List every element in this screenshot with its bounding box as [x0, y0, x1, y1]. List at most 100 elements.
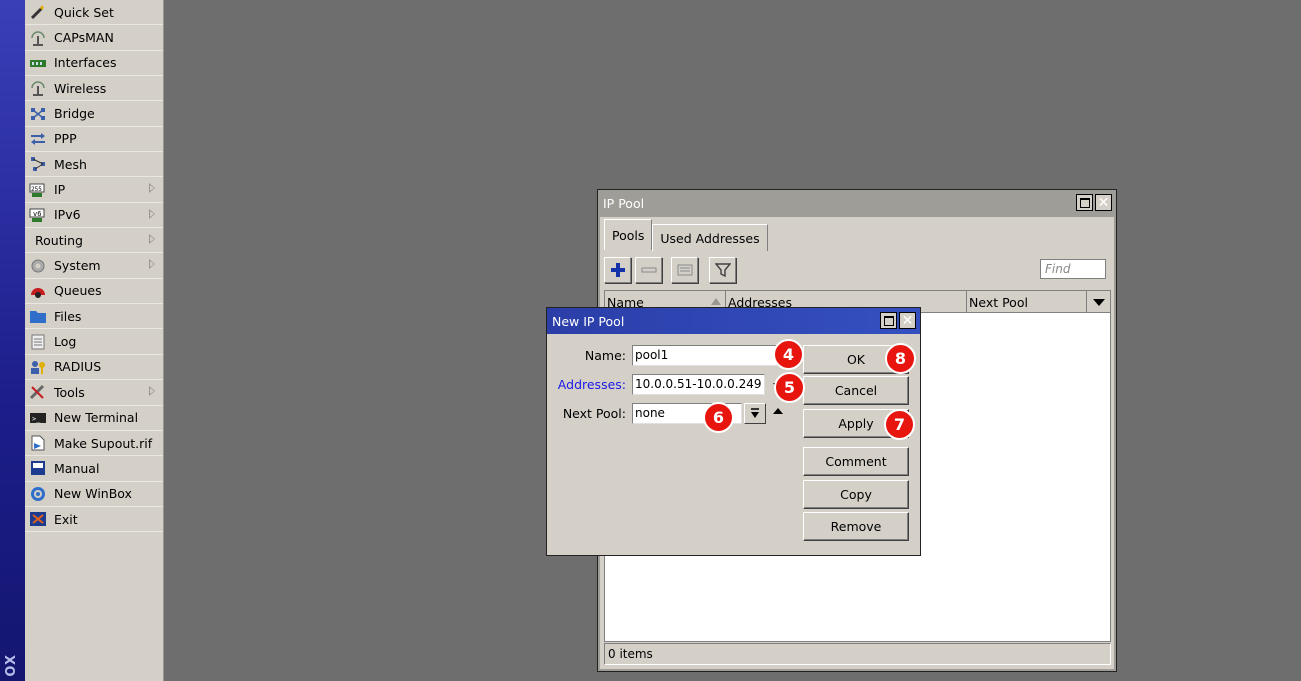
- sidebar-item-label: Bridge: [54, 106, 95, 122]
- sidebar-item-log[interactable]: Log: [25, 329, 163, 355]
- sidebar-item-make-supout-rif[interactable]: Make Supout.rif: [25, 431, 163, 457]
- ip-pool-titlebar[interactable]: IP Pool ✕: [598, 190, 1116, 216]
- sidebar-item-label: Mesh: [54, 156, 87, 172]
- sidebar-item-tools[interactable]: Tools: [25, 380, 163, 406]
- wand-icon: [29, 4, 47, 20]
- sidebar-item-ipv6[interactable]: v6 IPv6: [25, 203, 163, 229]
- close-button[interactable]: ✕: [1095, 194, 1112, 211]
- close-icon: ✕: [901, 312, 914, 329]
- supout-icon: [29, 435, 47, 451]
- maximize-button[interactable]: [1076, 194, 1093, 211]
- callout-4: 4: [773, 339, 804, 370]
- copy-button[interactable]: Copy: [803, 480, 909, 509]
- log-icon: [29, 334, 47, 350]
- filter-button[interactable]: [709, 257, 736, 283]
- submenu-arrow-icon: [149, 183, 155, 194]
- sidebar-item-queues[interactable]: Queues: [25, 279, 163, 305]
- sidebar-item-system[interactable]: System: [25, 253, 163, 279]
- close-button[interactable]: ✕: [899, 312, 916, 329]
- maximize-icon: [883, 315, 894, 326]
- sidebar-item-label: Exit: [54, 511, 78, 527]
- submenu-arrow-icon: [149, 208, 155, 219]
- sidebar-item-label: New Terminal: [54, 410, 139, 426]
- maximize-button[interactable]: [880, 312, 897, 329]
- new-ip-pool-dialog: New IP Pool ✕ Name: pool1 Addresses: 10.…: [546, 307, 921, 556]
- sidebar-item-label: Files: [54, 308, 82, 324]
- sidebar-item-label: Queues: [54, 283, 102, 299]
- column-next-pool[interactable]: Next Pool: [967, 291, 1087, 313]
- svg-text:255: 255: [31, 186, 42, 193]
- dropdown-icon: [751, 407, 759, 418]
- svg-text:v6: v6: [33, 210, 41, 218]
- comment-button[interactable]: Comment: [803, 447, 909, 476]
- sidebar-item-label: Quick Set: [54, 4, 114, 20]
- tab-pools[interactable]: Pools: [604, 219, 653, 250]
- sidebar-item-label: System: [54, 258, 101, 274]
- sidebar-item-label: Manual: [54, 460, 100, 476]
- submenu-arrow-icon: [149, 259, 155, 270]
- tab-used-addresses[interactable]: Used Addresses: [652, 224, 768, 251]
- queues-icon: [29, 283, 47, 299]
- next-pool-label: Next Pool:: [562, 406, 626, 421]
- minus-icon: [641, 267, 656, 273]
- ip-pool-title: IP Pool: [603, 195, 645, 211]
- callout-8: 8: [885, 343, 916, 374]
- plus-icon: [610, 263, 625, 277]
- maximize-icon: [1079, 197, 1090, 208]
- sidebar-item-label: Interfaces: [54, 55, 117, 71]
- remove-dialog-button[interactable]: Remove: [803, 512, 909, 541]
- sidebar-item-quick-set[interactable]: Quick Set: [25, 0, 163, 26]
- sidebar-item-label: Tools: [54, 384, 85, 400]
- sidebar-item-manual[interactable]: Manual: [25, 456, 163, 482]
- column-menu-button[interactable]: [1087, 291, 1110, 313]
- filter-icon: [714, 263, 731, 278]
- sidebar-item-label: Wireless: [54, 80, 107, 96]
- sidebar-item-label: RADIUS: [54, 359, 102, 375]
- sidebar-item-wireless[interactable]: Wireless: [25, 76, 163, 102]
- sidebar-item-interfaces[interactable]: Interfaces: [25, 51, 163, 77]
- sidebar-item-label: PPP: [54, 131, 77, 147]
- svg-text:>_: >_: [32, 415, 41, 423]
- sidebar-item-mesh[interactable]: Mesh: [25, 152, 163, 178]
- sidebar-item-label: New WinBox: [54, 486, 132, 502]
- sidebar-item-capsman[interactable]: CAPsMAN: [25, 25, 163, 51]
- sidebar-item-exit[interactable]: Exit: [25, 507, 163, 533]
- network-card-icon: [29, 55, 47, 71]
- name-field[interactable]: pool1: [632, 345, 777, 366]
- callout-6: 6: [703, 402, 734, 433]
- new-pool-title: New IP Pool: [552, 313, 625, 329]
- gear-icon: [29, 258, 47, 274]
- sidebar-item-label: Routing: [35, 232, 83, 248]
- brand-strip: OX: [0, 0, 25, 681]
- cancel-button[interactable]: Cancel: [803, 376, 909, 405]
- new-pool-titlebar[interactable]: New IP Pool ✕: [547, 308, 920, 334]
- addresses-field[interactable]: 10.0.0.51-10.0.0.249: [632, 374, 765, 395]
- next-pool-dropdown-button[interactable]: [744, 403, 766, 424]
- sidebar-item-new-terminal[interactable]: >_ New Terminal: [25, 406, 163, 431]
- add-button[interactable]: [604, 257, 631, 283]
- sidebar-item-ppp[interactable]: PPP: [25, 127, 163, 153]
- ppp-icon: [29, 131, 47, 147]
- brand-text: OX: [4, 654, 19, 677]
- addresses-label: Addresses:: [557, 377, 626, 392]
- sidebar-menu: Quick Set CAPsMAN Interfaces Wireless Bridge…: [25, 0, 164, 681]
- radius-icon: [29, 359, 47, 375]
- sidebar-item-radius[interactable]: RADIUS: [25, 355, 163, 381]
- sidebar-item-routing[interactable]: Routing: [25, 228, 163, 254]
- terminal-icon: >_: [29, 410, 47, 426]
- sidebar-item-bridge[interactable]: Bridge: [25, 101, 163, 127]
- sidebar-item-label: CAPsMAN: [54, 30, 114, 46]
- wireless-icon: [29, 80, 47, 97]
- status-bar: 0 items: [604, 643, 1111, 665]
- next-pool-collapse-icon[interactable]: [773, 408, 783, 414]
- remove-button[interactable]: [635, 257, 662, 283]
- find-input[interactable]: Find: [1040, 259, 1106, 279]
- sidebar-item-new-winbox[interactable]: New WinBox: [25, 482, 163, 507]
- column-next-pool-label: Next Pool: [969, 294, 1028, 310]
- sidebar-item-ip[interactable]: 255 IP: [25, 177, 163, 203]
- folder-icon: [29, 308, 47, 324]
- sidebar-item-files[interactable]: Files: [25, 304, 163, 330]
- winbox-icon: [29, 486, 47, 502]
- comment-toolbar-button[interactable]: [671, 257, 698, 283]
- sidebar-item-label: Make Supout.rif: [54, 435, 153, 451]
